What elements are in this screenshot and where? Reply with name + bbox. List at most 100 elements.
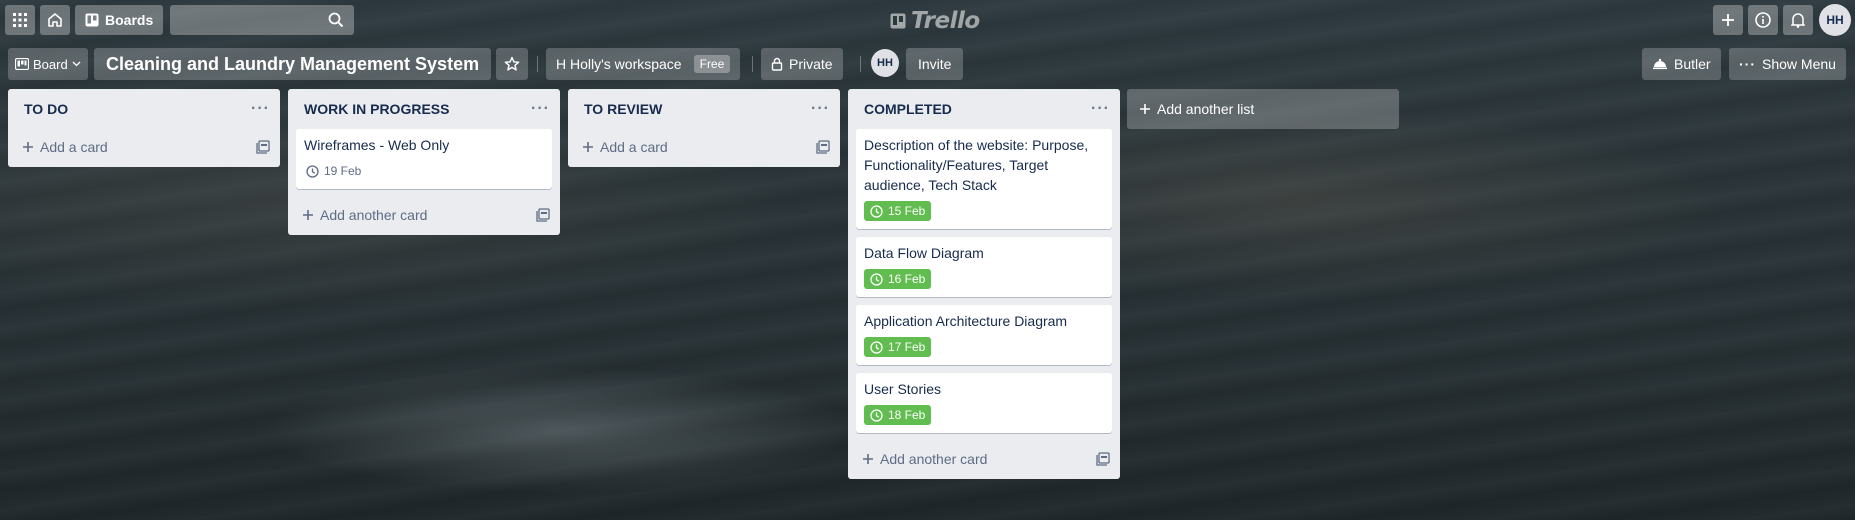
- show-menu-label: Show Menu: [1762, 56, 1836, 72]
- chevron-down-icon: [72, 61, 81, 67]
- board-view-icon: [15, 58, 29, 70]
- add-card-label: Add a card: [40, 139, 108, 155]
- list-header[interactable]: TO REVIEW ···: [568, 89, 840, 129]
- invite-label: Invite: [918, 56, 952, 72]
- star-icon: [504, 56, 520, 71]
- card-title: Wireframes - Web Only: [304, 137, 450, 153]
- due-date-badge[interactable]: 15 Feb: [864, 201, 932, 221]
- more-icon: ···: [1739, 56, 1756, 72]
- add-card-button[interactable]: Add a card: [568, 129, 840, 165]
- list-menu-icon[interactable]: ···: [811, 100, 830, 118]
- search-icon: [328, 12, 344, 28]
- due-date-label: 18 Feb: [888, 408, 926, 422]
- card-template-icon[interactable]: [536, 208, 550, 222]
- boards-label: Boards: [105, 12, 154, 28]
- due-date-badge[interactable]: 19 Feb: [304, 161, 367, 181]
- create-button[interactable]: [1713, 5, 1743, 35]
- member-avatar[interactable]: HH: [871, 49, 899, 77]
- card-title: Data Flow Diagram: [864, 245, 984, 261]
- star-button[interactable]: [496, 48, 528, 80]
- user-avatar[interactable]: HH: [1819, 4, 1851, 36]
- boards-icon: [85, 13, 99, 27]
- butler-label: Butler: [1674, 56, 1711, 72]
- divider: [860, 56, 861, 72]
- due-date-label: 16 Feb: [888, 272, 926, 286]
- trello-logo-text: Trello: [911, 8, 980, 34]
- butler-icon: [1653, 58, 1667, 70]
- boards-button[interactable]: Boards: [75, 5, 164, 35]
- trello-logo[interactable]: Trello: [890, 8, 980, 34]
- card-title: Application Architecture Diagram: [864, 313, 1068, 329]
- clock-icon: [870, 408, 883, 422]
- board-title[interactable]: Cleaning and Laundry Management System: [94, 48, 492, 80]
- board-header: Board Cleaning and Laundry Management Sy…: [0, 48, 1855, 82]
- workspace-plan-badge: Free: [693, 55, 731, 73]
- due-date-badge[interactable]: 16 Feb: [864, 269, 932, 289]
- top-bar: Boards Trello HH: [0, 0, 1855, 40]
- list-header[interactable]: COMPLETED ···: [848, 89, 1120, 129]
- list-title[interactable]: WORK IN PROGRESS: [304, 101, 449, 117]
- card[interactable]: Application Architecture Diagram 17 Feb: [856, 305, 1112, 365]
- add-card-button[interactable]: Add a card: [8, 129, 280, 165]
- card-template-icon[interactable]: [256, 140, 270, 154]
- home-icon[interactable]: [40, 5, 70, 35]
- search-input[interactable]: [170, 5, 336, 33]
- add-card-label: Add a card: [600, 139, 668, 155]
- clock-icon: [870, 272, 883, 286]
- workspace-label: H Holly's workspace: [556, 56, 682, 72]
- due-date-label: 19 Feb: [324, 164, 362, 178]
- visibility-button[interactable]: Private: [761, 48, 843, 80]
- list-completed: COMPLETED ··· Description of the website…: [848, 89, 1120, 479]
- show-menu-button[interactable]: ··· Show Menu: [1729, 48, 1846, 80]
- due-date-badge[interactable]: 18 Feb: [864, 405, 932, 425]
- due-date-label: 17 Feb: [888, 340, 926, 354]
- list-menu-icon[interactable]: ···: [1091, 100, 1110, 118]
- due-date-badge[interactable]: 17 Feb: [864, 337, 932, 357]
- list-to-review: TO REVIEW ··· Add a card: [568, 89, 840, 167]
- notifications-button[interactable]: [1783, 5, 1813, 35]
- card[interactable]: Data Flow Diagram 16 Feb: [856, 237, 1112, 297]
- board-view-label: Board: [33, 56, 68, 72]
- plus-icon: [1140, 104, 1150, 114]
- list-to-do: TO DO ··· Add a card: [8, 89, 280, 167]
- card-title: User Stories: [864, 381, 942, 397]
- card-title: Description of the website: Purpose, Fun…: [864, 137, 1089, 193]
- add-card-button[interactable]: Add another card: [848, 441, 1120, 477]
- add-card-button[interactable]: Add another card: [288, 197, 560, 233]
- invite-button[interactable]: Invite: [906, 48, 964, 80]
- clock-icon: [870, 340, 883, 354]
- trello-logo-icon: [890, 13, 906, 29]
- list-work-in-progress: WORK IN PROGRESS ··· Wireframes - Web On…: [288, 89, 560, 235]
- divider: [537, 56, 538, 72]
- info-button[interactable]: [1748, 5, 1778, 35]
- list-menu-icon[interactable]: ···: [531, 100, 550, 118]
- list-header[interactable]: WORK IN PROGRESS ···: [288, 89, 560, 129]
- list-title[interactable]: COMPLETED: [864, 101, 952, 117]
- list-title[interactable]: TO REVIEW: [584, 101, 662, 117]
- card-template-icon[interactable]: [1096, 452, 1110, 466]
- list-header[interactable]: TO DO ···: [8, 89, 280, 129]
- plus-icon: [583, 142, 593, 152]
- plus-icon: [1722, 14, 1734, 26]
- butler-button[interactable]: Butler: [1642, 48, 1721, 80]
- card[interactable]: Wireframes - Web Only 19 Feb: [296, 129, 552, 189]
- search-field[interactable]: [170, 5, 354, 35]
- board-view-switcher[interactable]: Board: [8, 48, 88, 80]
- visibility-label: Private: [789, 56, 833, 72]
- plus-icon: [863, 454, 873, 464]
- workspace-button[interactable]: H Holly's workspace Free: [546, 48, 741, 80]
- add-list-button[interactable]: Add another list: [1127, 89, 1399, 129]
- plus-icon: [23, 142, 33, 152]
- bell-icon: [1791, 13, 1805, 28]
- list-title[interactable]: TO DO: [24, 101, 68, 117]
- card[interactable]: Description of the website: Purpose, Fun…: [856, 129, 1112, 229]
- add-list-label: Add another list: [1157, 101, 1255, 117]
- info-icon: [1755, 12, 1771, 28]
- divider: [752, 56, 753, 72]
- apps-grid-icon[interactable]: [5, 5, 35, 35]
- list-menu-icon[interactable]: ···: [251, 100, 270, 118]
- card-template-icon[interactable]: [816, 140, 830, 154]
- due-date-label: 15 Feb: [888, 204, 926, 218]
- clock-icon: [870, 204, 883, 218]
- card[interactable]: User Stories 18 Feb: [856, 373, 1112, 433]
